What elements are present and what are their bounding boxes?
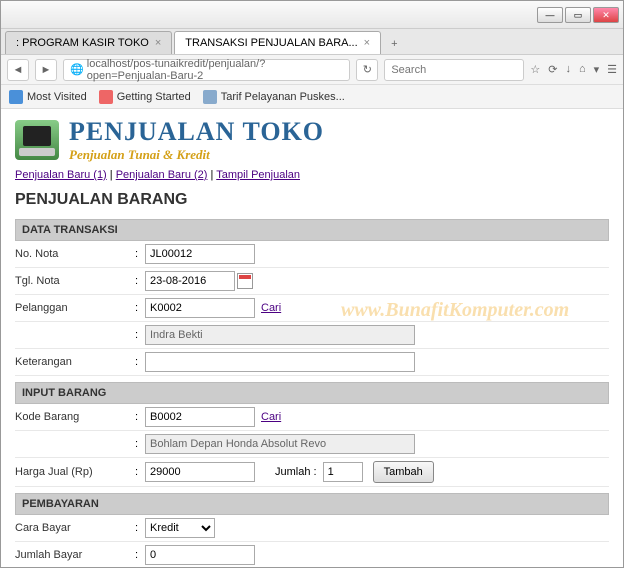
section-input-barang: INPUT BARANG (15, 382, 609, 404)
download-icon[interactable]: ↓ (565, 63, 571, 76)
folder-icon (9, 90, 23, 104)
home-icon[interactable]: ⌂ (579, 63, 586, 76)
label-keterangan: Keterangan (15, 356, 135, 368)
label-jumlah: Jumlah : (275, 466, 317, 478)
calendar-icon[interactable] (237, 273, 253, 289)
close-icon[interactable]: × (155, 37, 161, 49)
menu-icon[interactable]: ☰ (607, 63, 617, 76)
header-logo: PENJUALAN TOKO Penjualan Tunai & Kredit (15, 117, 609, 163)
kode-barang-input[interactable] (145, 407, 255, 427)
cara-bayar-select[interactable]: Kredit (145, 518, 215, 538)
page-icon (99, 90, 113, 104)
window-titlebar: — ▭ ✕ (1, 1, 623, 29)
bookmarks-bar: Most Visited Getting Started Tarif Pelay… (1, 85, 623, 109)
nav-penjualan-baru-2[interactable]: Penjualan Baru (2) (116, 169, 208, 181)
bookmark-most-visited[interactable]: Most Visited (9, 90, 87, 104)
label-kode-barang: Kode Barang (15, 411, 135, 423)
jumlah-bayar-input[interactable] (145, 545, 255, 565)
cari-barang-link[interactable]: Cari (261, 411, 281, 423)
tambah-button[interactable]: Tambah (373, 461, 434, 483)
nav-penjualan-baru-1[interactable]: Penjualan Baru (1) (15, 169, 107, 181)
section-pembayaran: PEMBAYARAN (15, 493, 609, 515)
back-button[interactable]: ◄ (7, 59, 29, 81)
tgl-nota-input[interactable] (145, 271, 235, 291)
new-tab-button[interactable]: + (383, 34, 405, 54)
app-title: PENJUALAN TOKO (69, 117, 324, 147)
browser-tab-1[interactable]: TRANSAKSI PENJUALAN BARA...× (174, 31, 381, 54)
label-tgl-nota: Tgl. Nota (15, 275, 135, 287)
forward-button[interactable]: ► (35, 59, 57, 81)
url-bar: ◄ ► 🌐 localhost/pos-tunaikredit/penjuala… (1, 55, 623, 85)
label-no-nota: No. Nota (15, 248, 135, 260)
bookmark-getting-started[interactable]: Getting Started (99, 90, 191, 104)
pelanggan-input[interactable] (145, 298, 255, 318)
bookmark-icon[interactable]: ☆ (530, 63, 540, 76)
page-icon (203, 90, 217, 104)
window-min-button[interactable]: — (537, 7, 563, 23)
window-close-button[interactable]: ✕ (593, 7, 619, 23)
reload-button[interactable]: ↻ (356, 59, 378, 81)
browser-tab-0[interactable]: : PROGRAM KASIR TOKO× (5, 31, 172, 54)
pocket-icon[interactable]: ▾ (594, 63, 600, 76)
section-data-transaksi: DATA TRANSAKSI (15, 219, 609, 241)
close-icon[interactable]: × (364, 37, 370, 49)
window-max-button[interactable]: ▭ (565, 7, 591, 23)
nama-barang-display (145, 434, 415, 454)
nav-tampil-penjualan[interactable]: Tampil Penjualan (216, 169, 300, 181)
jumlah-input[interactable] (323, 462, 363, 482)
label-cara-bayar: Cara Bayar (15, 522, 135, 534)
search-field[interactable] (384, 59, 524, 81)
app-subtitle: Penjualan Tunai & Kredit (69, 147, 324, 163)
page-title: PENJUALAN BARANG (15, 191, 609, 209)
pelanggan-nama-display (145, 325, 415, 345)
no-nota-input[interactable] (145, 244, 255, 264)
pos-icon (15, 120, 59, 160)
label-pelanggan: Pelanggan (15, 302, 135, 314)
page-content: www.BunafitKomputer.com www.BunafitKompu… (1, 109, 623, 567)
sync-icon[interactable]: ⟳ (548, 63, 557, 76)
cari-pelanggan-link[interactable]: Cari (261, 302, 281, 314)
bookmark-tarif[interactable]: Tarif Pelayanan Puskes... (203, 90, 345, 104)
nav-links: Penjualan Baru (1) | Penjualan Baru (2) … (15, 169, 609, 181)
browser-tabs: : PROGRAM KASIR TOKO× TRANSAKSI PENJUALA… (1, 29, 623, 55)
address-field[interactable]: 🌐 localhost/pos-tunaikredit/penjualan/?o… (63, 59, 350, 81)
harga-jual-input[interactable] (145, 462, 255, 482)
label-jumlah-bayar: Jumlah Bayar (15, 549, 135, 561)
label-harga-jual: Harga Jual (Rp) (15, 466, 135, 478)
keterangan-input[interactable] (145, 352, 415, 372)
